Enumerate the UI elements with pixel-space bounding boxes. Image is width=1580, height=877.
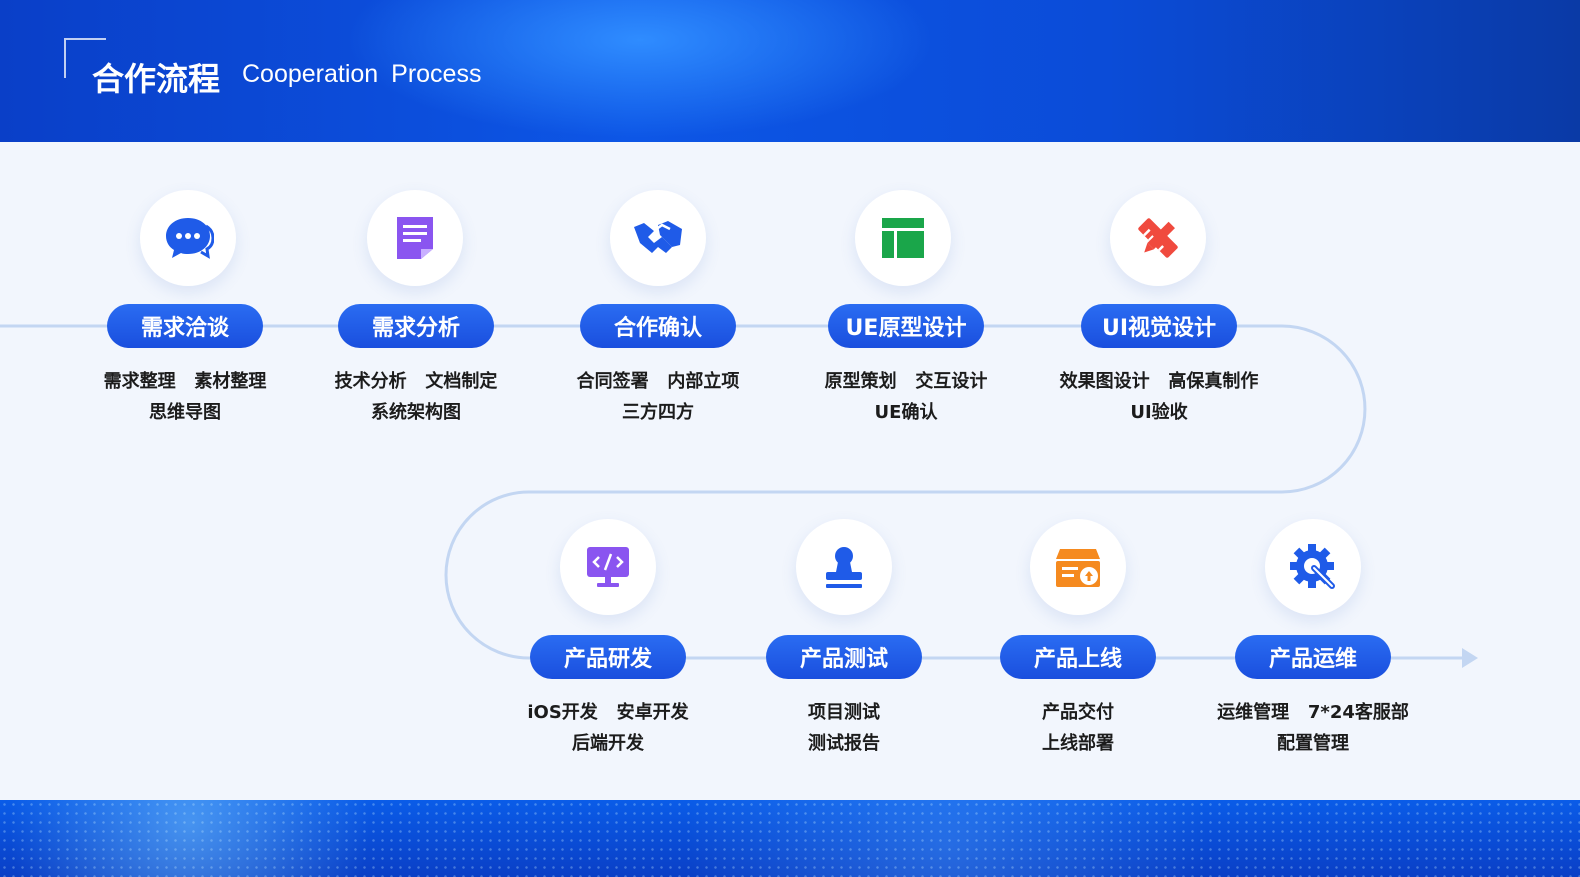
- step-5-label: UI视觉设计: [1101, 316, 1217, 341]
- gear-wrench-icon: [1290, 544, 1335, 589]
- step-5-desc-line2: UI验收: [1130, 402, 1188, 423]
- step-3-label: 合作确认: [613, 316, 702, 341]
- step-1-desc-line1: 需求整理 素材整理: [103, 371, 267, 392]
- footer-dot-pattern: [0, 800, 1580, 877]
- step-9-desc: 运维管理 7*24客服部 配置管理: [1183, 697, 1443, 759]
- step-6-label: 产品研发: [563, 647, 652, 672]
- step-4-desc: 原型策划 交互设计 UE确认: [776, 366, 1036, 428]
- step-4-desc-line2: UE确认: [874, 402, 938, 423]
- step-2-icon-circle: [367, 190, 463, 286]
- step-8-pill: 产品上线: [1000, 635, 1156, 679]
- chat-bubbles-icon: [166, 218, 214, 259]
- step-1-label: 需求洽谈: [140, 316, 229, 341]
- step-6-desc-line2: 后端开发: [572, 733, 644, 754]
- step-6-desc: iOS开发 安卓开发 后端开发: [478, 697, 738, 759]
- step-2-desc: 技术分析 文档制定 系统架构图: [286, 366, 546, 428]
- step-6-pill: 产品研发: [530, 635, 686, 679]
- step-8-desc-line1: 产品交付: [1042, 702, 1114, 723]
- step-7-desc: 项目测试 测试报告: [714, 697, 974, 759]
- step-5-pill: UI视觉设计: [1081, 304, 1237, 348]
- step-3-pill: 合作确认: [580, 304, 736, 348]
- step-5-desc: 效果图设计 高保真制作 UI验收: [1029, 366, 1289, 428]
- step-4-icon-circle: [855, 190, 951, 286]
- step-9-label: 产品运维: [1268, 647, 1357, 672]
- step-9-icon-circle: [1265, 519, 1361, 615]
- step-6-desc-line1: iOS开发 安卓开发: [527, 702, 689, 723]
- stamp-icon: [826, 547, 862, 588]
- step-2-desc-line1: 技术分析 文档制定: [334, 371, 498, 392]
- step-1-pill: 需求洽谈: [107, 304, 263, 348]
- pencil-ruler-icon: [1138, 218, 1178, 258]
- step-8-desc-line2: 上线部署: [1042, 733, 1114, 754]
- step-7-icon-circle: [796, 519, 892, 615]
- document-list-icon: [397, 217, 433, 259]
- step-5-icon-circle: [1110, 190, 1206, 286]
- step-2-desc-line2: 系统架构图: [371, 402, 461, 423]
- layout-grid-icon: [882, 218, 924, 258]
- step-5-desc-line1: 效果图设计 高保真制作: [1059, 371, 1259, 392]
- step-7-label: 产品测试: [799, 647, 888, 672]
- step-3-desc-line1: 合同签署 内部立项: [576, 371, 740, 392]
- step-2-label: 需求分析: [371, 316, 460, 341]
- code-monitor-icon: [587, 547, 629, 587]
- handshake-icon: [634, 221, 682, 253]
- flow-end-arrow: [1462, 648, 1478, 668]
- step-3-icon-circle: [610, 190, 706, 286]
- step-1-desc: 需求整理 素材整理 思维导图: [55, 366, 315, 428]
- step-9-pill: 产品运维: [1235, 635, 1391, 679]
- footer-banner: [0, 800, 1580, 877]
- step-7-desc-line1: 项目测试: [808, 702, 880, 723]
- upload-box-icon: [1056, 549, 1100, 587]
- step-4-pill: UE原型设计: [828, 304, 984, 348]
- step-3-desc: 合同签署 内部立项 三方四方: [528, 366, 788, 428]
- step-4-desc-line1: 原型策划 交互设计: [824, 371, 988, 392]
- step-3-desc-line2: 三方四方: [622, 402, 694, 423]
- step-7-pill: 产品测试: [766, 635, 922, 679]
- step-9-desc-line1: 运维管理 7*24客服部: [1217, 702, 1409, 723]
- step-8-label: 产品上线: [1033, 647, 1122, 672]
- step-9-desc-line2: 配置管理: [1277, 733, 1349, 754]
- step-1-desc-line2: 思维导图: [149, 402, 221, 423]
- step-8-icon-circle: [1030, 519, 1126, 615]
- step-7-desc-line2: 测试报告: [808, 733, 880, 754]
- step-6-icon-circle: [560, 519, 656, 615]
- step-1-icon-circle: [140, 190, 236, 286]
- step-8-desc: 产品交付 上线部署: [948, 697, 1208, 759]
- step-4-label: UE原型设计: [845, 316, 967, 341]
- step-2-pill: 需求分析: [338, 304, 494, 348]
